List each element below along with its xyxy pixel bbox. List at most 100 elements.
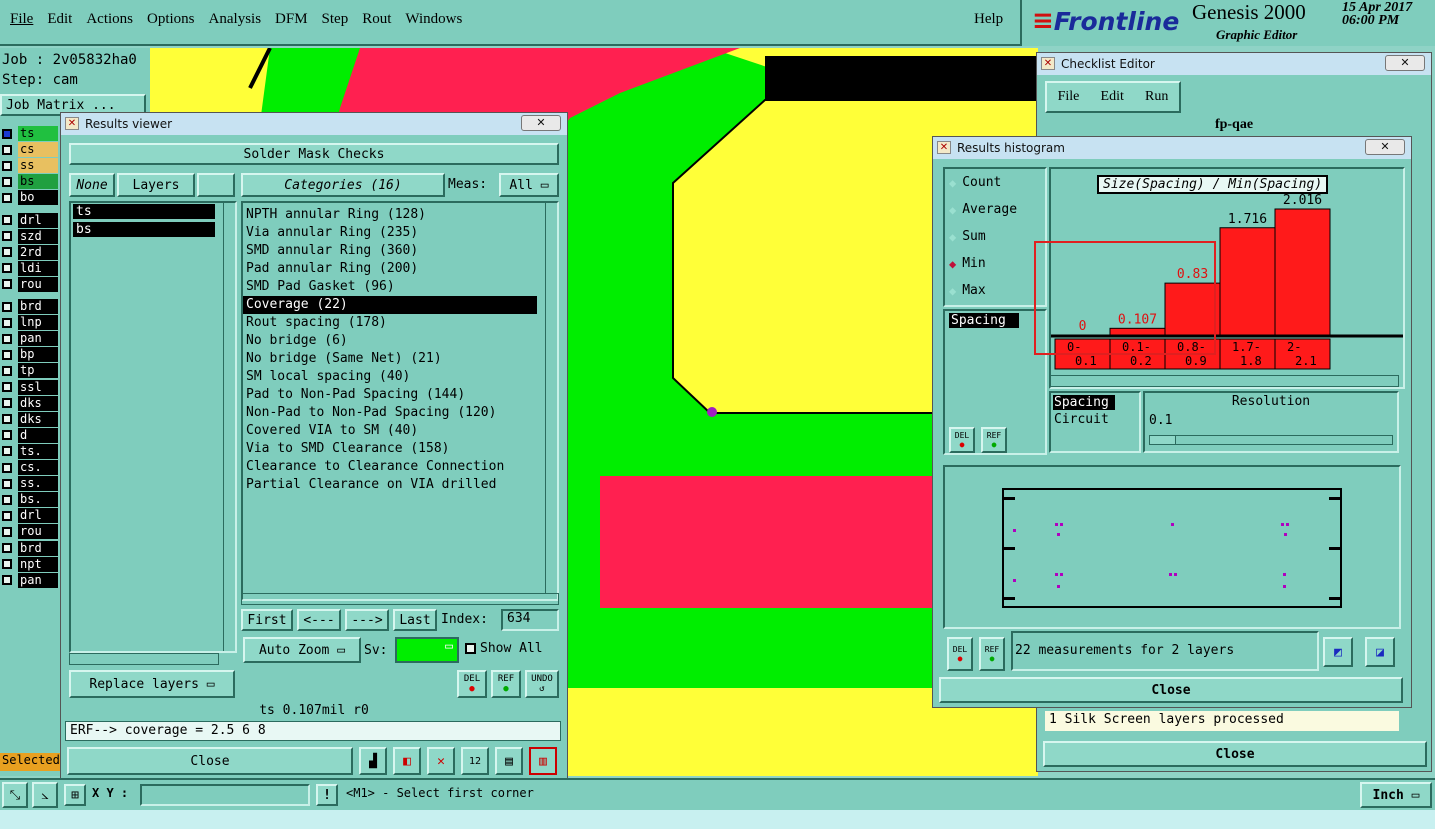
checklist-menu-file[interactable]: File (1058, 89, 1080, 105)
checklist-menu-edit[interactable]: Edit (1101, 89, 1124, 105)
histogram-bar[interactable] (1274, 208, 1331, 336)
none-button[interactable]: None (69, 173, 115, 197)
menu-step[interactable]: Step (322, 11, 349, 28)
option-min-radio[interactable]: ◆ Min (949, 256, 986, 271)
layer-row[interactable]: bo (2, 190, 62, 206)
measure-icon[interactable]: ⦣ (32, 782, 58, 808)
layer-row[interactable]: drl (2, 212, 62, 228)
menu-edit[interactable]: Edit (47, 11, 72, 28)
layer-checkbox[interactable] (2, 543, 12, 553)
category-item[interactable]: No bridge (Same Net) (21) (243, 350, 539, 368)
layer-row[interactable]: ts. (2, 443, 62, 459)
category-item[interactable]: Coverage (22) (243, 296, 537, 314)
grid-icon[interactable]: ⊞ (64, 784, 86, 806)
category-item[interactable]: Partial Clearance on VIA drilled (243, 476, 539, 494)
replace-layers-select[interactable]: Replace layers ▭ (69, 670, 235, 698)
del-button[interactable]: DEL ● (457, 670, 487, 698)
histogram-icon[interactable]: ▥ (529, 747, 557, 775)
category-item[interactable]: Via annular Ring (235) (243, 224, 539, 242)
layer-row[interactable]: rou (2, 276, 62, 292)
next-button[interactable]: ---> (345, 609, 389, 631)
show-all-checkbox[interactable] (465, 643, 476, 654)
layer-row[interactable]: 2rd (2, 244, 62, 260)
layer-checkbox[interactable] (2, 317, 12, 328)
layer-checkbox[interactable] (2, 446, 12, 457)
export-icon[interactable]: ◧ (393, 747, 421, 775)
zoom-fit-icon[interactable]: ⤡ (2, 782, 28, 808)
layer-checkbox[interactable] (2, 279, 12, 290)
layer-checkbox[interactable] (2, 247, 12, 258)
layer-checkbox[interactable] (2, 128, 12, 139)
layer-row[interactable]: brd (2, 299, 62, 314)
histogram-close-button[interactable]: Close (939, 677, 1403, 703)
chart-hscroll[interactable] (1049, 375, 1399, 387)
menu-windows[interactable]: Windows (405, 11, 462, 28)
window-close-button[interactable]: ✕ (1365, 139, 1405, 155)
units-select[interactable]: Inch ▭ (1360, 782, 1432, 808)
category-item[interactable]: SMD annular Ring (360) (243, 242, 539, 260)
close-button[interactable]: Close (67, 747, 353, 775)
hist-del-button[interactable]: DEL ● (949, 427, 975, 453)
layer-checkbox[interactable] (2, 478, 12, 489)
layer-row[interactable]: drl (2, 508, 62, 524)
layer-row[interactable]: ss (2, 158, 62, 174)
resolution-slider[interactable] (1149, 435, 1393, 445)
layer-row[interactable]: pan (2, 331, 62, 347)
layer-row[interactable]: bs. (2, 492, 62, 508)
layer-row[interactable]: ts (2, 126, 62, 141)
menu-help[interactable]: Help (974, 11, 1003, 28)
checklist-menu-run[interactable]: Run (1145, 89, 1168, 105)
layer-checkbox[interactable] (2, 349, 12, 360)
menu-dfm[interactable]: DFM (275, 11, 308, 28)
category-scrollbar[interactable] (545, 203, 557, 593)
menu-rout[interactable]: Rout (362, 11, 391, 28)
category-item[interactable]: No bridge (6) (243, 332, 539, 350)
layer-row[interactable]: dks (2, 411, 62, 427)
category-item[interactable]: Rout spacing (178) (243, 314, 539, 332)
layer-list-item[interactable]: ts (73, 204, 215, 219)
layers-extra-button[interactable] (197, 173, 235, 197)
layer-row[interactable]: cs (2, 142, 62, 158)
layer-list[interactable]: ts bs (69, 201, 237, 653)
option-average-radio[interactable]: ◆ Average (949, 202, 1017, 217)
layer-checkbox[interactable] (2, 462, 12, 473)
layers-button[interactable]: Layers (117, 173, 195, 197)
layer-checkbox[interactable] (2, 215, 12, 225)
option-count-radio[interactable]: ◆ Count (949, 175, 1001, 190)
layer-checkbox[interactable] (2, 398, 12, 409)
ref-button[interactable]: REF ● (491, 670, 521, 698)
prev-button[interactable]: <--- (297, 609, 341, 631)
layer-row[interactable]: npt (2, 556, 62, 572)
layer-row[interactable]: tp (2, 363, 62, 379)
layer-checkbox[interactable] (2, 430, 12, 441)
save-histogram-icon[interactable]: ◪ (1365, 637, 1395, 667)
layer-row[interactable]: rou (2, 524, 62, 540)
undo-button[interactable]: UNDO ↺ (525, 670, 559, 698)
layer-list-item[interactable]: bs (73, 222, 215, 237)
layer-checkbox[interactable] (2, 263, 12, 274)
menu-file[interactable]: File (10, 11, 33, 28)
layer-list-scrollbar[interactable] (223, 203, 235, 651)
category-item[interactable]: Via to SMD Clearance (158) (243, 440, 539, 458)
layer-checkbox[interactable] (2, 144, 12, 155)
layer-checkbox[interactable] (2, 382, 12, 392)
resolution-item-circuit[interactable]: Circuit (1053, 412, 1139, 427)
warning-icon[interactable]: ! (316, 784, 338, 806)
layer-checkbox[interactable] (2, 526, 12, 537)
number-icon[interactable]: 12 (461, 747, 489, 775)
menu-analysis[interactable]: Analysis (209, 11, 262, 28)
erf-disabled-icon[interactable]: ✕ (427, 747, 455, 775)
layer-checkbox[interactable] (2, 494, 12, 505)
category-item[interactable]: SMD Pad Gasket (96) (243, 278, 539, 296)
layer-checkbox[interactable] (2, 510, 12, 521)
hist-ref-button[interactable]: REF ● (981, 427, 1007, 453)
window-close-button[interactable]: ✕ (1385, 55, 1425, 71)
layer-list-hscroll[interactable] (69, 653, 219, 665)
layer-checkbox[interactable] (2, 176, 12, 187)
layer-row[interactable]: lnp (2, 315, 62, 331)
category-item[interactable]: SM local spacing (40) (243, 368, 539, 386)
category-item[interactable]: NPTH annular Ring (128) (243, 206, 539, 224)
layer-row[interactable]: bs (2, 174, 62, 190)
layer-checkbox[interactable] (2, 301, 12, 312)
hist-del-button-2[interactable]: DEL ● (947, 637, 973, 671)
